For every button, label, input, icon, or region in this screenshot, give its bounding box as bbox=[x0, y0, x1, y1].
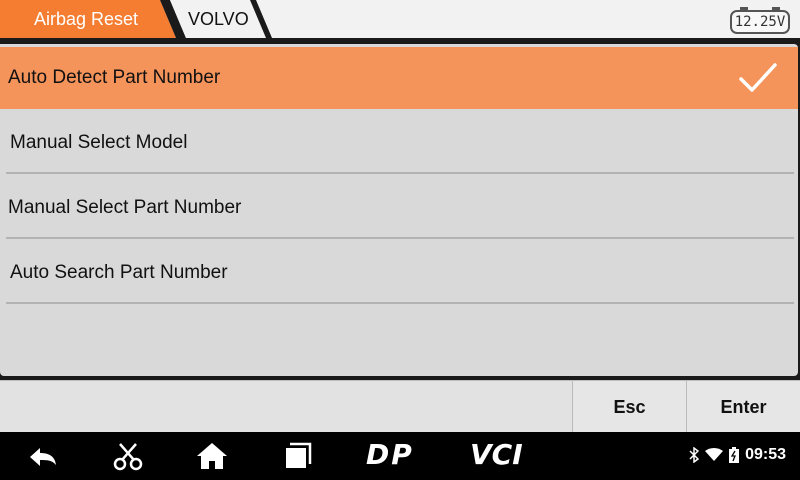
checkmark-icon bbox=[739, 63, 777, 92]
enter-button[interactable]: Enter bbox=[686, 381, 800, 433]
status-bar: 09:53 bbox=[689, 446, 786, 464]
menu-list: Auto Detect Part Number Manual Select Mo… bbox=[0, 44, 798, 376]
home-icon[interactable] bbox=[194, 440, 230, 472]
breadcrumb-label-volvo[interactable]: VOLVO bbox=[188, 9, 249, 30]
menu-item-label: Manual Select Part Number bbox=[8, 197, 242, 218]
button-bar: Esc Enter bbox=[0, 380, 800, 433]
bluetooth-icon bbox=[689, 447, 700, 463]
divider bbox=[6, 302, 794, 304]
header-bar: Airbag Reset VOLVO 12.25V bbox=[0, 0, 800, 40]
esc-button[interactable]: Esc bbox=[572, 381, 686, 433]
recent-apps-icon[interactable] bbox=[280, 440, 316, 472]
menu-item-label: Auto Detect Part Number bbox=[8, 67, 221, 88]
battery-voltage: 12.25V bbox=[730, 7, 790, 34]
battery-icon bbox=[729, 447, 740, 463]
menu-item-auto-detect-part-number[interactable]: Auto Detect Part Number bbox=[0, 47, 798, 109]
breadcrumb-label-airbag-reset[interactable]: Airbag Reset bbox=[34, 9, 138, 30]
scissors-icon[interactable] bbox=[110, 440, 146, 472]
menu-item-auto-search-part-number[interactable]: Auto Search Part Number bbox=[0, 242, 798, 304]
wifi-icon bbox=[705, 448, 724, 461]
navigation-bar: DP VCI 09:53 bbox=[0, 432, 800, 480]
divider bbox=[6, 237, 794, 239]
menu-item-manual-select-model[interactable]: Manual Select Model bbox=[0, 112, 798, 174]
dp-button[interactable]: DP bbox=[366, 438, 414, 471]
vci-button[interactable]: VCI bbox=[470, 438, 523, 471]
menu-item-label: Manual Select Model bbox=[10, 132, 188, 153]
menu-item-label: Auto Search Part Number bbox=[10, 262, 228, 283]
clock: 09:53 bbox=[745, 446, 786, 463]
menu-item-manual-select-part-number[interactable]: Manual Select Part Number bbox=[0, 177, 798, 239]
divider bbox=[6, 172, 794, 174]
back-icon[interactable] bbox=[24, 440, 60, 472]
